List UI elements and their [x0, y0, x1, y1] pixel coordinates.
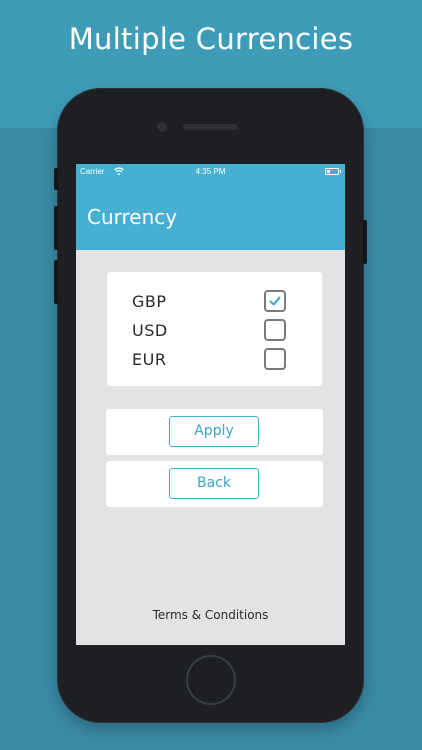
power-button: [363, 220, 367, 264]
battery-level: [327, 170, 330, 173]
front-camera: [157, 122, 167, 132]
checkmark-icon: [269, 296, 281, 306]
navigation-bar: Currency: [76, 180, 345, 250]
currency-label: EUR: [132, 350, 167, 369]
volume-down-button: [54, 260, 58, 304]
currency-checkbox-usd[interactable]: [264, 319, 286, 341]
currency-checkbox-gbp[interactable]: [264, 290, 286, 312]
page-title: Currency: [87, 205, 178, 229]
currency-label: USD: [132, 321, 168, 340]
apply-button[interactable]: Apply: [169, 416, 259, 447]
status-time: 4:35 PM: [195, 167, 226, 176]
promo-headline: Multiple Currencies: [68, 22, 354, 56]
currency-row-usd[interactable]: USD: [107, 318, 322, 344]
back-button[interactable]: Back: [169, 468, 259, 499]
app-screen: Carrier 4:35 PM Currency GBP USD EUR App…: [76, 164, 345, 645]
volume-up-button: [54, 206, 58, 250]
currency-list-card: GBP USD EUR: [107, 272, 322, 386]
status-bar: Carrier 4:35 PM: [76, 164, 345, 180]
earpiece-speaker: [183, 124, 238, 130]
currency-row-gbp[interactable]: GBP: [107, 289, 322, 315]
back-card: Back: [106, 461, 323, 507]
phone-frame: Carrier 4:35 PM Currency GBP USD EUR App…: [54, 88, 367, 723]
terms-link[interactable]: Terms & Conditions: [76, 608, 345, 622]
currency-label: GBP: [132, 292, 167, 311]
mute-switch: [54, 168, 58, 190]
apply-card: Apply: [106, 409, 323, 455]
currency-checkbox-eur[interactable]: [264, 348, 286, 370]
battery-icon: [325, 168, 341, 175]
currency-row-eur[interactable]: EUR: [107, 347, 322, 373]
home-button: [186, 655, 236, 705]
